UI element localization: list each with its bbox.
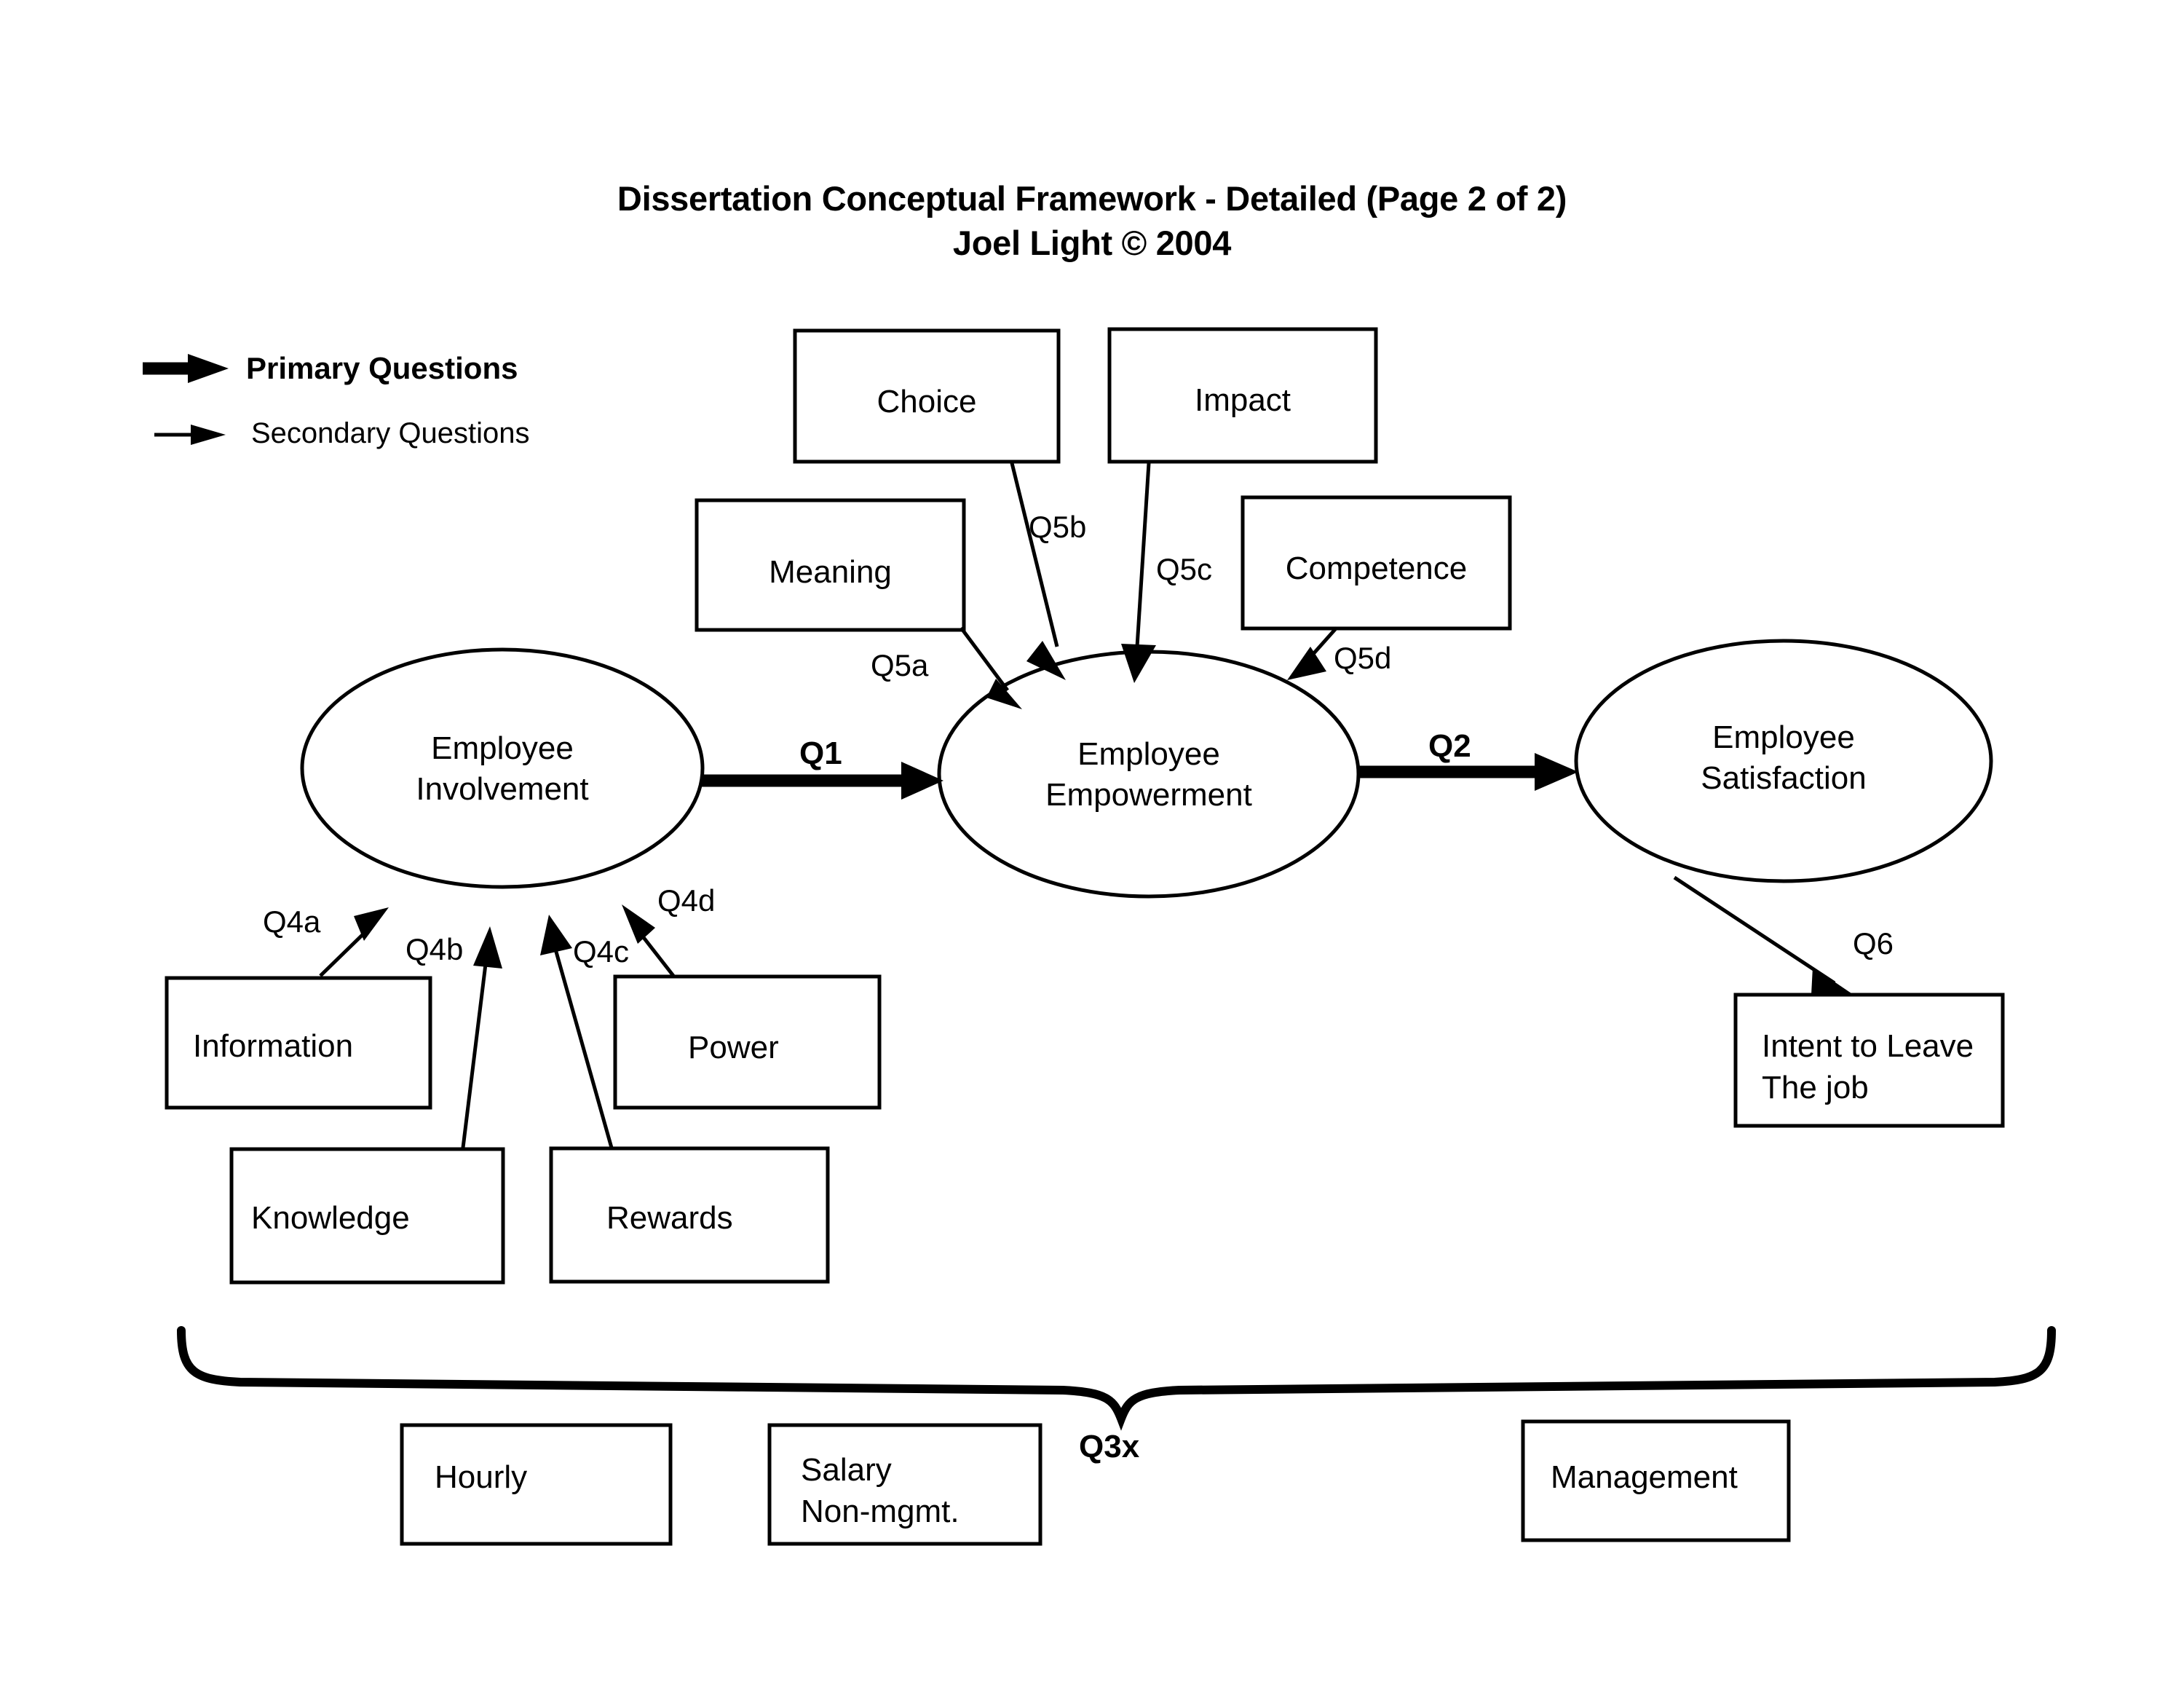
edge-label-q6: Q6 [1853, 926, 1894, 961]
arrow-q5c [1121, 462, 1156, 683]
edge-label-q4d: Q4d [657, 883, 716, 918]
box-label-information: Information [193, 1028, 354, 1064]
arrow-q4b [461, 926, 502, 1148]
arrow-q5d [1287, 626, 1338, 680]
edge-label-q5c: Q5c [1156, 552, 1213, 586]
edge-label-q5d: Q5d [1334, 641, 1392, 675]
box-label-impact: Impact [1194, 382, 1291, 418]
box-label-meaning: Meaning [769, 554, 892, 590]
title-line-1: Dissertation Conceptual Framework - Deta… [617, 179, 1567, 218]
box-label-management: Management [1551, 1459, 1738, 1495]
box-label-rewards: Rewards [606, 1200, 733, 1236]
box-label-choice: Choice [877, 384, 977, 419]
arrow-q5b [1010, 462, 1066, 680]
edge-label-q2: Q2 [1428, 728, 1471, 764]
ellipse-employee-satisfaction [1574, 639, 1993, 883]
edge-label-q3x: Q3x [1079, 1429, 1140, 1464]
arrow-q4a [319, 907, 389, 977]
box-label-knowledge: Knowledge [251, 1200, 410, 1236]
page-title: Dissertation Conceptual Framework - Deta… [0, 176, 2184, 265]
edge-label-q4b: Q4b [405, 932, 464, 966]
arrow-q6 [1673, 875, 1853, 995]
box-label-power: Power [688, 1030, 779, 1065]
edge-label-q4c: Q4c [573, 934, 630, 969]
box-label-competence: Competence [1285, 551, 1468, 586]
ellipse-employee-involvement [300, 647, 705, 889]
legend-secondary-arrow [154, 425, 226, 445]
legend-label-primary: Primary Questions [246, 351, 518, 385]
box-label-intent-to-leave: Intent to Leave The job [1762, 1028, 1974, 1106]
legend-label-secondary: Secondary Questions [251, 417, 530, 449]
grouping-brace [177, 1326, 2056, 1431]
title-line-2: Joel Light © 2004 [952, 224, 1232, 263]
legend-primary-arrow [143, 354, 229, 383]
edge-label-q5a: Q5a [871, 648, 929, 682]
edge-label-q4a: Q4a [263, 904, 321, 939]
box-label-salary: Salary Non-mgmt. [801, 1452, 960, 1530]
edge-label-q5b: Q5b [1029, 510, 1087, 544]
edge-label-q1: Q1 [799, 735, 842, 771]
box-label-hourly: Hourly [435, 1459, 528, 1495]
